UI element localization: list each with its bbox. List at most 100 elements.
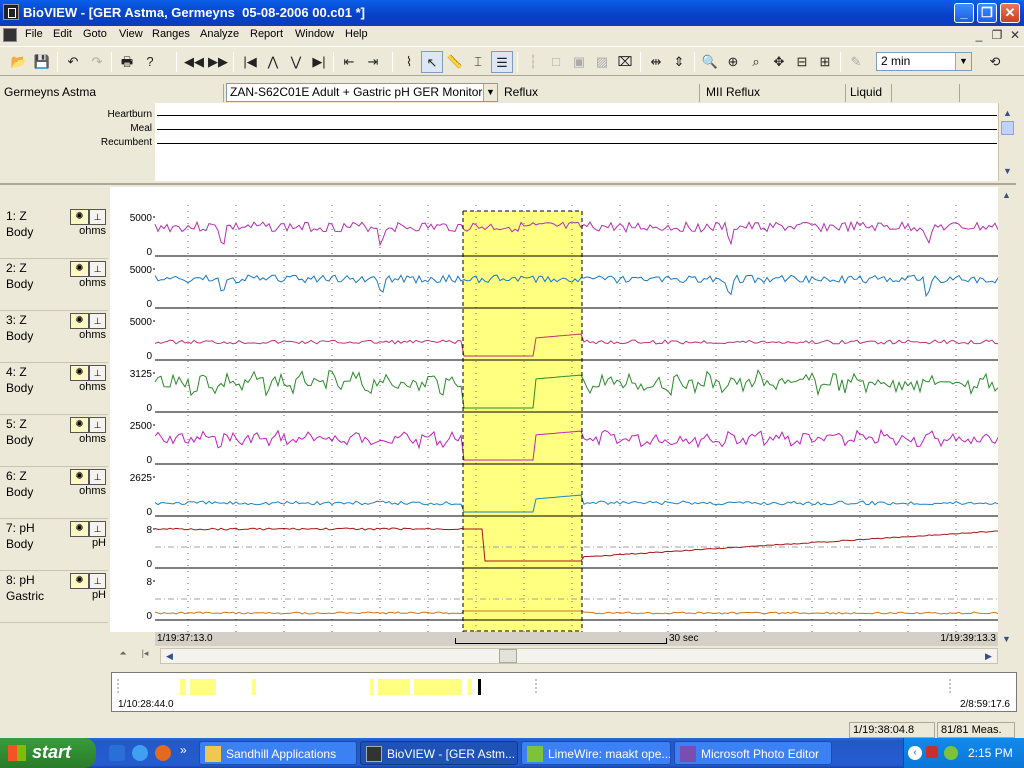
scroll-right-icon[interactable]: ▶ xyxy=(980,649,997,663)
menu-file[interactable]: File xyxy=(25,28,43,40)
plot-vertical-scrollbar[interactable]: ▲ ▼ xyxy=(998,187,1016,647)
event-scrollbar[interactable]: ▲ ▼ xyxy=(998,103,1016,181)
menu-edit[interactable]: Edit xyxy=(53,28,72,40)
channel-8[interactable]: 8: pH Gastric pH ✺ ⊥ xyxy=(0,571,108,623)
scroll-up-icon[interactable]: ▲ xyxy=(998,187,1015,203)
task-limewire[interactable]: LimeWire: maakt ope... xyxy=(521,741,671,765)
context-help-icon[interactable]: ? xyxy=(139,51,161,73)
maximize-button[interactable]: ❐ xyxy=(977,3,997,23)
lightbulb-icon[interactable]: ✺ xyxy=(70,209,89,225)
event-liquid-label[interactable]: Liquid xyxy=(846,84,892,102)
split-icon[interactable]: ┆ xyxy=(522,51,544,73)
axis-settings-icon[interactable]: ⊥ xyxy=(89,417,106,433)
channel-6[interactable]: 6: Z Body ohms ✺ ⊥ xyxy=(0,467,108,519)
lightbulb-icon[interactable]: ✺ xyxy=(70,365,89,381)
hatch-icon[interactable]: ▨ xyxy=(591,51,613,73)
tray-app-icon[interactable] xyxy=(926,746,938,758)
tray-expand-icon[interactable]: ‹ xyxy=(908,746,922,760)
menu-report[interactable]: Report xyxy=(250,28,283,40)
axis-settings-icon[interactable]: ⊥ xyxy=(89,365,106,381)
event-track-meal[interactable] xyxy=(157,129,997,130)
firefox-icon[interactable] xyxy=(155,745,171,761)
last-page-icon[interactable]: ▶| xyxy=(308,51,330,73)
event-track-recumbent[interactable] xyxy=(157,143,997,144)
menu-goto[interactable]: Goto xyxy=(83,28,107,40)
zoom-in-icon[interactable]: ⊕ xyxy=(722,51,744,73)
axis-settings-icon[interactable]: ⊥ xyxy=(89,573,106,589)
channel-7[interactable]: 7: pH Body pH ✺ ⊥ xyxy=(0,519,108,571)
scroll-down-icon[interactable]: ▼ xyxy=(998,631,1015,647)
task-bioview[interactable]: BioVIEW - [GER Astm... xyxy=(360,741,518,765)
overview-timeline[interactable]: 1/10:28:44.0 2/8:59:17.6 xyxy=(111,672,1017,712)
collapse-icon[interactable]: ⏶ xyxy=(114,648,132,662)
menu-analyze[interactable]: Analyze xyxy=(200,28,239,40)
history-icon[interactable]: ⟲ xyxy=(984,51,1006,73)
next-marker-icon[interactable]: ⇥ xyxy=(362,51,384,73)
redo-icon[interactable]: ↷ xyxy=(86,51,108,73)
save-icon[interactable]: 💾 xyxy=(31,51,53,73)
expand-vertical-icon[interactable]: ⇕ xyxy=(668,51,690,73)
app-icon[interactable] xyxy=(3,4,19,20)
event-mii-reflux-label[interactable]: MII Reflux xyxy=(702,84,846,102)
quicklaunch-overflow-icon[interactable]: » xyxy=(180,743,187,757)
menu-window[interactable]: Window xyxy=(295,28,334,40)
channel-4[interactable]: 4: Z Body ohms ✺ ⊥ xyxy=(0,363,108,415)
show-desktop-icon[interactable] xyxy=(109,745,125,761)
event-empty-slot[interactable] xyxy=(892,84,960,102)
menu-view[interactable]: View xyxy=(119,28,143,40)
event-reflux-label[interactable]: Reflux xyxy=(500,84,700,102)
document-icon[interactable] xyxy=(3,28,17,42)
lightbulb-icon[interactable]: ✺ xyxy=(70,521,89,537)
measure-icon[interactable]: ⌇ xyxy=(398,51,420,73)
lightbulb-icon[interactable]: ✺ xyxy=(70,573,89,589)
lightbulb-icon[interactable]: ✺ xyxy=(70,417,89,433)
scroll-up-icon[interactable]: ▲ xyxy=(999,105,1016,121)
expand-horizontal-icon[interactable]: ⇹ xyxy=(645,51,667,73)
list-view-icon[interactable]: ☰ xyxy=(491,51,513,73)
task-photo-editor[interactable]: Microsoft Photo Editor xyxy=(674,741,832,765)
tray-limewire-icon[interactable] xyxy=(944,746,958,760)
signal-plot[interactable]: 5000 0 5000 0 5000 0 3125 0 2500 0 2625 0 8 0 8 0 xyxy=(110,187,998,632)
channel-2[interactable]: 2: Z Body ohms ✺ ⊥ xyxy=(0,259,108,311)
box-icon[interactable]: □ xyxy=(545,51,567,73)
menu-help[interactable]: Help xyxy=(345,28,368,40)
axis-settings-icon[interactable]: ⊥ xyxy=(89,209,106,225)
prev-marker-icon[interactable]: ⇤ xyxy=(338,51,360,73)
axis-settings-icon[interactable]: ⊥ xyxy=(89,469,106,485)
axis-settings-icon[interactable]: ⊥ xyxy=(89,261,106,277)
zoom-region-icon[interactable]: ⌕ xyxy=(745,51,767,73)
minimize-button[interactable]: _ xyxy=(954,3,974,23)
next-event-icon[interactable]: ⋁ xyxy=(285,51,307,73)
axis-settings-icon[interactable]: ⊥ xyxy=(89,313,106,329)
marker-tool-icon[interactable]: ⌶ xyxy=(467,51,489,73)
overview-event-strip[interactable] xyxy=(112,675,1016,699)
selected-range-highlight[interactable] xyxy=(463,211,582,632)
print-icon[interactable]: 🖶 xyxy=(116,51,138,73)
internet-explorer-icon[interactable] xyxy=(132,745,148,761)
close-button[interactable]: ✕ xyxy=(1000,3,1020,23)
scroll-left-icon[interactable]: ◀ xyxy=(161,649,178,663)
zoom-dropdown[interactable]: 2 min ▼ xyxy=(876,52,972,71)
mdi-close-button[interactable]: ✕ xyxy=(1008,28,1022,42)
channel-5[interactable]: 5: Z Body ohms ✺ ⊥ xyxy=(0,415,108,467)
chevron-down-icon[interactable]: ▼ xyxy=(483,84,497,101)
lightbulb-icon[interactable]: ✺ xyxy=(70,469,89,485)
zoom-icon[interactable]: 🔍 xyxy=(699,51,721,73)
channel-1[interactable]: 1: Z Body ohms ✺ ⊥ xyxy=(0,207,108,259)
overview-position-marker[interactable] xyxy=(478,679,481,695)
channel-3[interactable]: 3: Z Body ohms ✺ ⊥ xyxy=(0,311,108,363)
delete-range-icon[interactable]: ⌧ xyxy=(614,51,636,73)
chevron-down-icon[interactable]: ▼ xyxy=(955,53,971,70)
start-button[interactable]: start xyxy=(0,738,96,768)
menu-ranges[interactable]: Ranges xyxy=(152,28,190,40)
first-page-icon[interactable]: |◀ xyxy=(239,51,261,73)
open-icon[interactable]: 📂 xyxy=(8,51,30,73)
copy-range-icon[interactable]: ▣ xyxy=(568,51,590,73)
lightbulb-icon[interactable]: ✺ xyxy=(70,261,89,277)
scroll-down-icon[interactable]: ▼ xyxy=(999,163,1016,179)
prev-event-icon[interactable]: ⋀ xyxy=(262,51,284,73)
jump-start-icon[interactable]: |◂ xyxy=(136,648,154,662)
task-sandhill-applications[interactable]: Sandhill Applications xyxy=(199,741,357,765)
scroll-thumb[interactable] xyxy=(499,649,517,663)
horizontal-scrollbar[interactable]: ◀ ▶ xyxy=(160,648,998,664)
